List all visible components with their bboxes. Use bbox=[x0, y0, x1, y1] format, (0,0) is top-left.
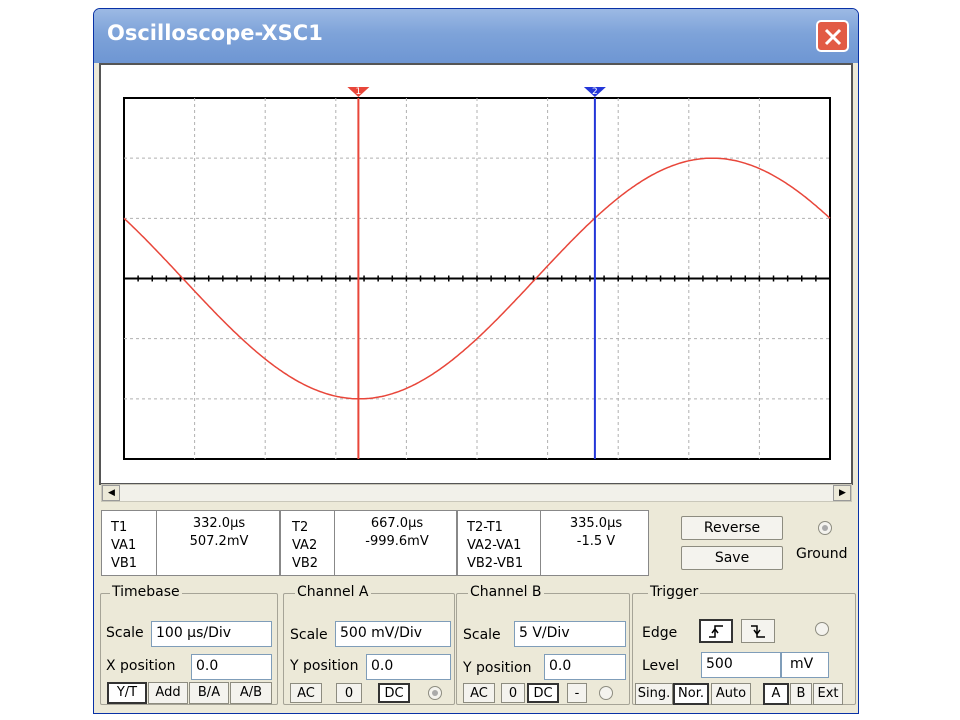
readout-label: VA1 bbox=[111, 538, 137, 553]
readout-value: -1.5 V bbox=[576, 534, 616, 549]
channel-a-dc-button[interactable]: DC bbox=[378, 683, 410, 703]
trigger-normal-button[interactable]: Nor. bbox=[673, 683, 709, 705]
channel-a-scale-label: Scale bbox=[290, 627, 328, 643]
channel-a-zero-button[interactable]: 0 bbox=[336, 683, 362, 703]
channel-b-title: Channel B bbox=[468, 584, 544, 600]
readout-label: T2 bbox=[292, 520, 309, 535]
channel-b-group: Channel B Scale 5 V/Div Y position 0.0 A… bbox=[456, 584, 630, 705]
readout-label: VA2-VA1 bbox=[467, 538, 522, 553]
scroll-left-button[interactable]: ◀ bbox=[102, 485, 120, 501]
scope-screen[interactable]: 1 2 bbox=[99, 63, 853, 485]
scroll-right-button[interactable]: ▶ bbox=[833, 485, 851, 501]
falling-edge-button[interactable] bbox=[741, 619, 775, 643]
reverse-button[interactable]: Reverse bbox=[681, 516, 783, 540]
timebase-scale-field[interactable]: 100 µs/Div bbox=[151, 621, 272, 647]
window-title: Oscilloscope-XSC1 bbox=[107, 21, 323, 45]
trigger-level-label: Level bbox=[642, 658, 679, 674]
trigger-auto-button[interactable]: Auto bbox=[711, 683, 751, 705]
trigger-source-a-button[interactable]: A bbox=[763, 683, 789, 705]
close-icon bbox=[824, 28, 842, 46]
cursor-1-label: 1 bbox=[356, 87, 362, 97]
readout-value: -999.6mV bbox=[365, 534, 429, 549]
readout-divider bbox=[334, 511, 335, 575]
timebase-title: Timebase bbox=[110, 584, 182, 600]
mode-ba-button[interactable]: B/A bbox=[189, 682, 229, 704]
channel-a-y-position-field[interactable]: 0.0 bbox=[366, 654, 451, 680]
trigger-edge-label: Edge bbox=[642, 625, 678, 641]
channel-a-radio[interactable] bbox=[428, 686, 442, 700]
close-button[interactable] bbox=[816, 20, 849, 52]
channel-b-ac-button[interactable]: AC bbox=[463, 683, 495, 703]
x-position-field[interactable]: 0.0 bbox=[191, 654, 272, 680]
arrow-right-icon: ▶ bbox=[839, 488, 846, 498]
trigger-single-button[interactable]: Sing. bbox=[635, 683, 673, 705]
readout-t2-t1: T2-T1 VA2-VA1 VB2-VB1 335.0µs -1.5 V bbox=[457, 510, 649, 576]
trigger-group: Trigger Edge Level 500 mV Sing. Nor. Aut… bbox=[632, 584, 856, 705]
timebase-scale-label: Scale bbox=[106, 625, 144, 641]
mode-add-button[interactable]: Add bbox=[148, 682, 188, 704]
channel-b-zero-button[interactable]: 0 bbox=[501, 683, 525, 703]
arrow-left-icon: ◀ bbox=[108, 488, 115, 498]
channel-a-group: Channel A Scale 500 mV/Div Y position 0.… bbox=[283, 584, 455, 705]
readout-value: 667.0µs bbox=[370, 516, 424, 531]
timebase-group: Timebase Scale 100 µs/Div X position 0.0… bbox=[100, 584, 278, 705]
readout-label: VB2-VB1 bbox=[467, 556, 524, 571]
readout-divider bbox=[540, 511, 541, 575]
falling-edge-icon bbox=[751, 625, 765, 638]
readout-value: 335.0µs bbox=[569, 516, 623, 531]
rising-edge-icon bbox=[709, 625, 723, 638]
channel-b-radio[interactable] bbox=[599, 686, 613, 700]
save-button[interactable]: Save bbox=[681, 546, 783, 570]
readout-value: 332.0µs bbox=[192, 516, 246, 531]
readout-label: VB1 bbox=[111, 556, 138, 571]
channel-b-scale-label: Scale bbox=[463, 627, 501, 643]
trigger-title: Trigger bbox=[648, 584, 701, 600]
trigger-level-field[interactable]: 500 bbox=[701, 652, 781, 678]
ground-label: Ground bbox=[796, 546, 848, 562]
channel-a-y-position-label: Y position bbox=[290, 658, 359, 674]
trigger-source-b-button[interactable]: B bbox=[790, 683, 812, 705]
channel-b-minus-button[interactable]: - bbox=[567, 683, 587, 703]
x-position-label: X position bbox=[106, 658, 176, 674]
mode-yt-button[interactable]: Y/T bbox=[107, 682, 147, 704]
channel-b-y-position-label: Y position bbox=[463, 660, 532, 676]
channel-b-y-position-field[interactable]: 0.0 bbox=[544, 654, 626, 680]
readout-label: T2-T1 bbox=[467, 520, 503, 535]
readout-label: T1 bbox=[111, 520, 128, 535]
channel-a-scale-field[interactable]: 500 mV/Div bbox=[335, 621, 451, 647]
readout-divider bbox=[156, 511, 157, 575]
channel-b-scale-field[interactable]: 5 V/Div bbox=[514, 621, 626, 647]
cursor-2-label: 2 bbox=[592, 87, 598, 97]
readout-label: VA2 bbox=[292, 538, 318, 553]
mode-ab-button[interactable]: A/B bbox=[230, 682, 272, 704]
rising-edge-button[interactable] bbox=[699, 619, 733, 643]
scope-display[interactable]: 1 2 bbox=[101, 65, 851, 483]
trigger-source-ext-button[interactable]: Ext bbox=[813, 683, 843, 705]
channel-b-dc-button[interactable]: DC bbox=[527, 683, 559, 703]
horizontal-scrollbar[interactable]: ◀ ▶ bbox=[101, 484, 852, 502]
trigger-level-unit[interactable]: mV bbox=[781, 652, 829, 678]
readout-t2: T2 VA2 VB2 667.0µs -999.6mV bbox=[280, 510, 457, 576]
ground-radio[interactable] bbox=[818, 521, 832, 535]
title-bar[interactable]: Oscilloscope-XSC1 bbox=[94, 9, 858, 63]
readout-value: 507.2mV bbox=[189, 534, 249, 549]
readout-t1: T1 VA1 VB1 332.0µs 507.2mV bbox=[101, 510, 280, 576]
readout-label: VB2 bbox=[292, 556, 319, 571]
trigger-radio[interactable] bbox=[815, 622, 829, 636]
oscilloscope-window: Oscilloscope-XSC1 1 2 ◀ ▶ T1 VA1 VB1 332… bbox=[93, 8, 859, 714]
channel-a-ac-button[interactable]: AC bbox=[290, 683, 322, 703]
channel-a-title: Channel A bbox=[295, 584, 371, 600]
